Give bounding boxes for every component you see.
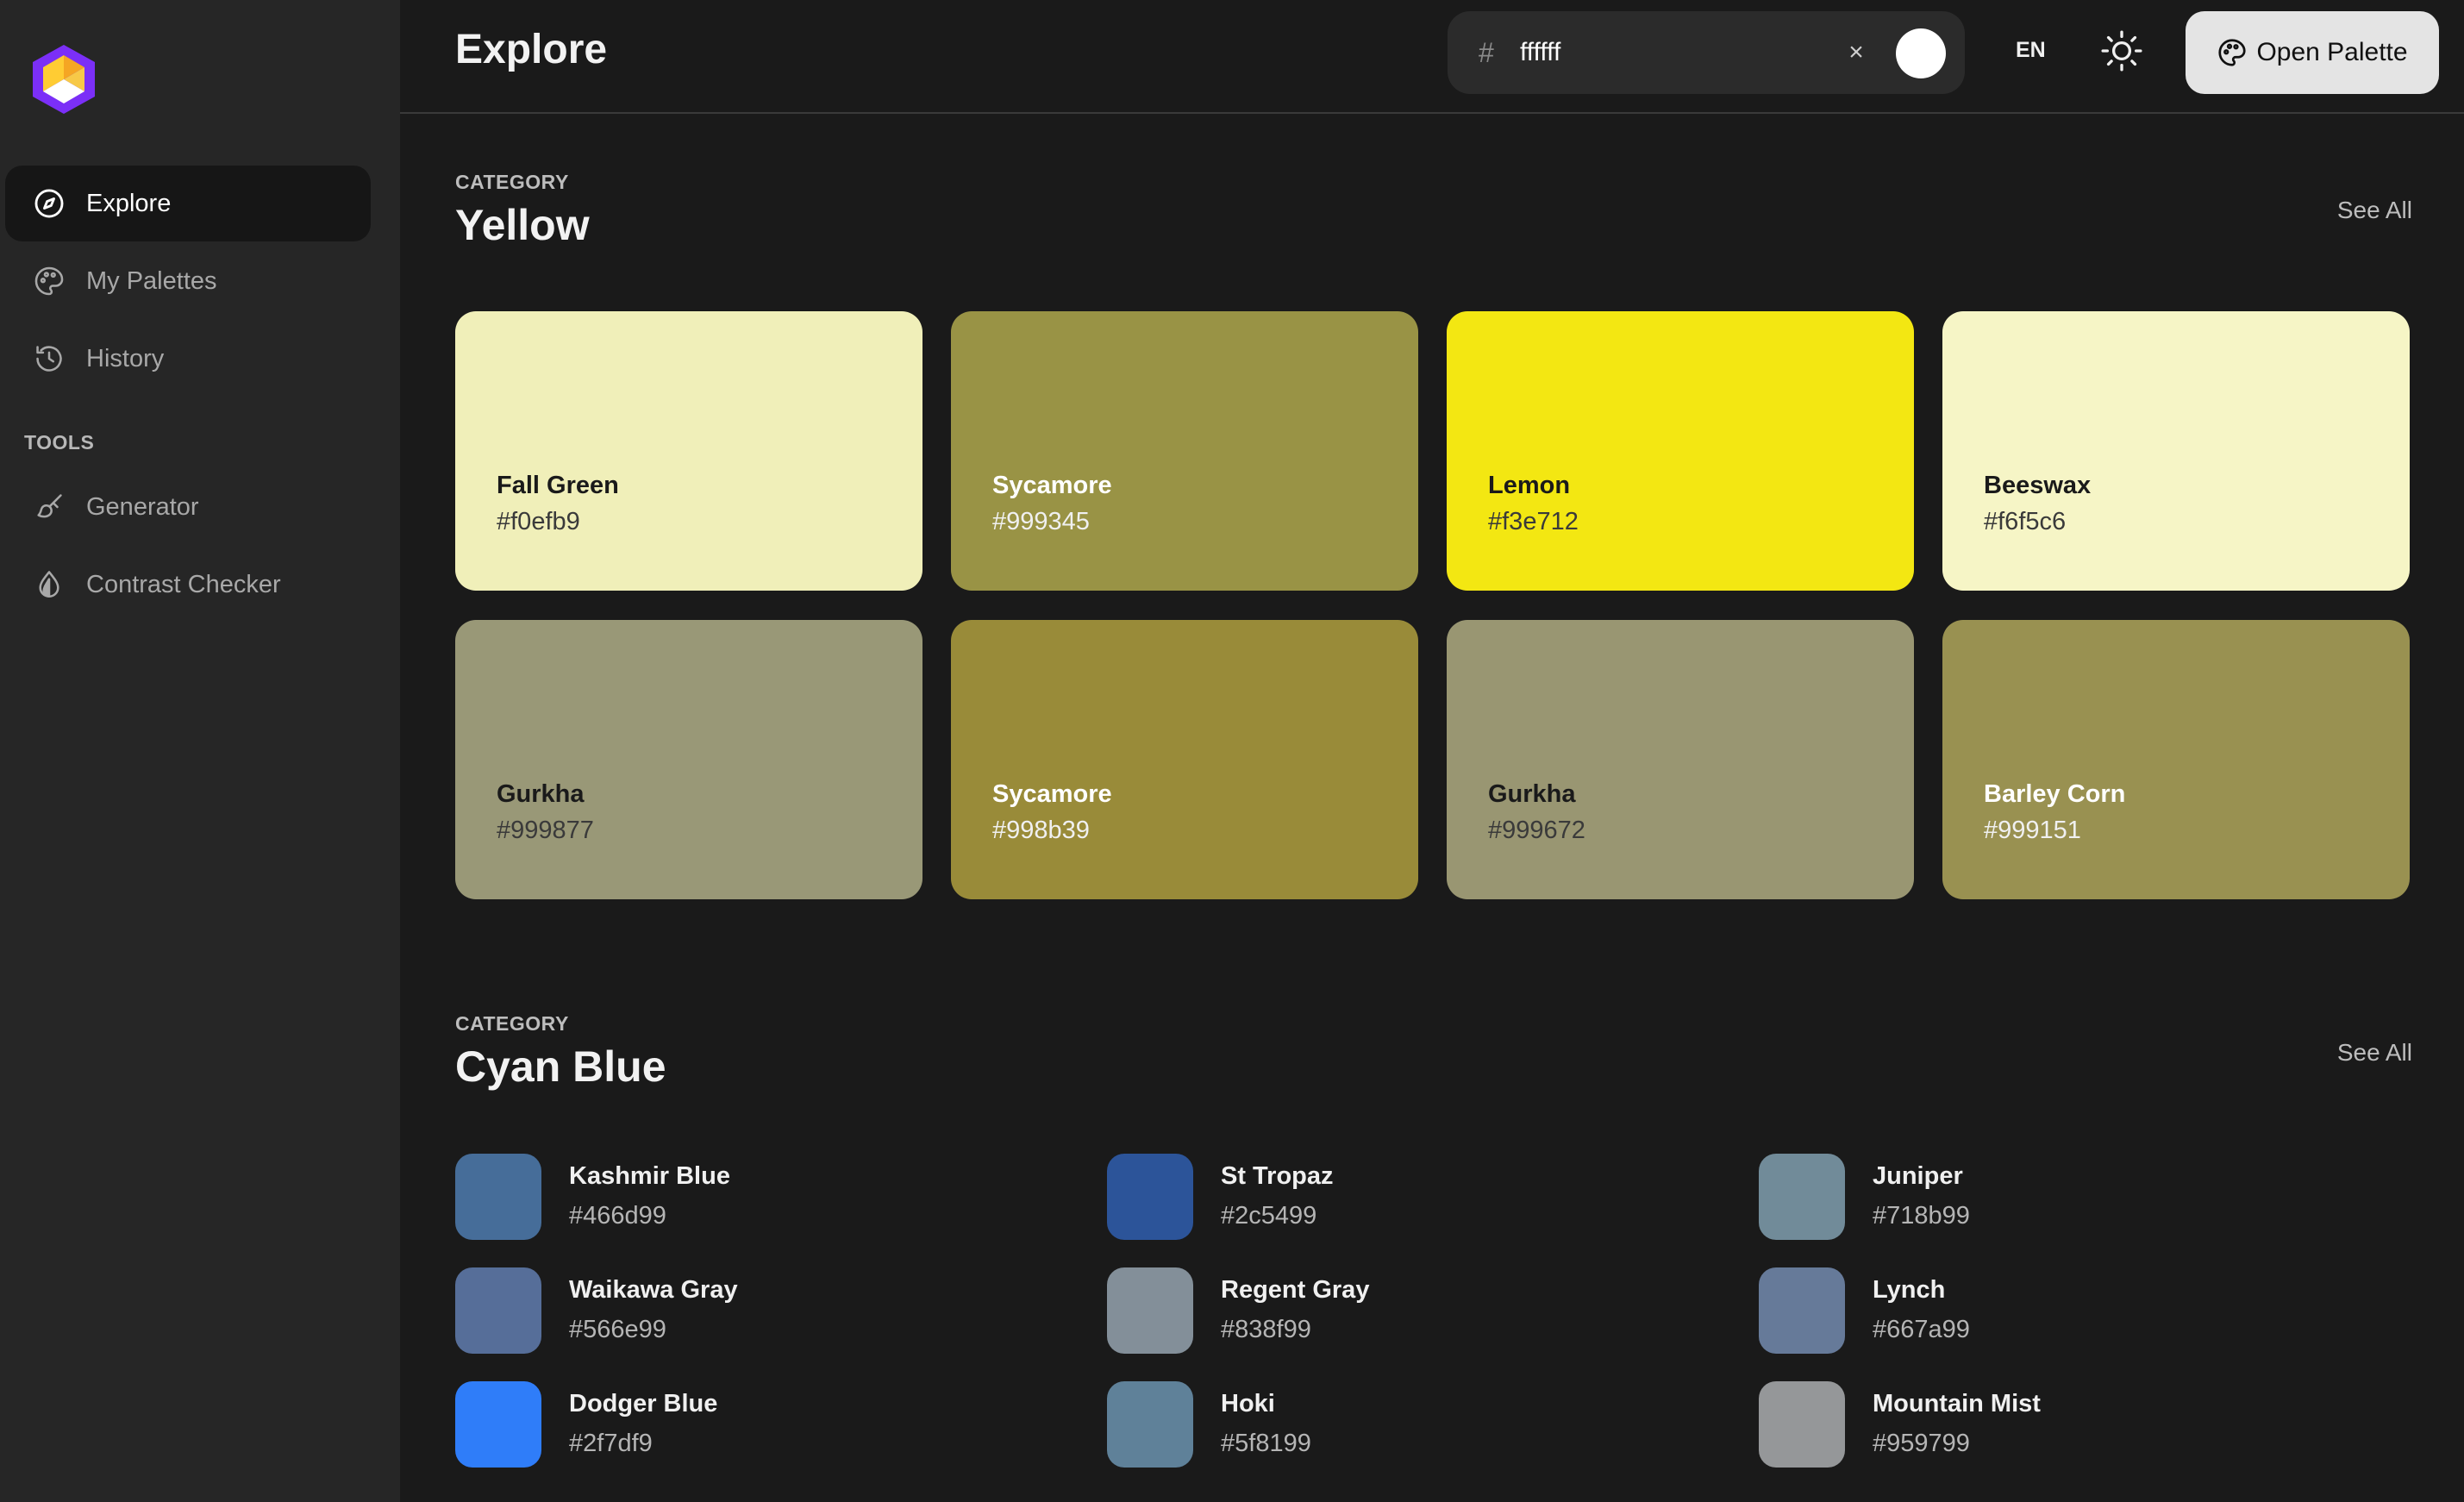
palette-icon: [33, 265, 66, 297]
hash-prefix: #: [1479, 36, 1494, 68]
color-swatch: [1107, 1267, 1193, 1354]
list-item[interactable]: Juniper #718b99: [1759, 1154, 2362, 1240]
color-hex: #667a99: [1873, 1316, 1970, 1343]
list-item[interactable]: St Tropaz #2c5499: [1107, 1154, 1710, 1240]
list-item[interactable]: Lynch #667a99: [1759, 1267, 2362, 1354]
color-name: Juniper: [1873, 1162, 1963, 1190]
color-card[interactable]: Gurkha #999672: [1447, 620, 1914, 899]
list-item[interactable]: Regent Gray #838f99: [1107, 1267, 1710, 1354]
color-card[interactable]: Fall Green #f0efb9: [455, 311, 922, 591]
sidebar-item-label: My Palettes: [86, 266, 217, 295]
color-swatch: [455, 1381, 541, 1468]
color-hex: #959799: [1873, 1430, 1970, 1457]
sidebar-item-my-palettes[interactable]: My Palettes: [5, 243, 371, 319]
color-hex: #5f8199: [1221, 1430, 1311, 1457]
color-card[interactable]: Gurkha #999877: [455, 620, 922, 899]
sidebar-item-label: History: [86, 344, 165, 372]
color-hex: #999151: [1984, 817, 2081, 844]
clear-icon[interactable]: ×: [1841, 37, 1872, 68]
compass-icon: [33, 187, 66, 220]
color-hex: #f3e712: [1488, 508, 1579, 535]
color-hex: #466d99: [569, 1202, 666, 1230]
see-all-link[interactable]: See All: [2337, 1039, 2412, 1067]
color-name: Lemon: [1488, 472, 1571, 499]
color-hex: #566e99: [569, 1316, 666, 1343]
sun-icon[interactable]: [2100, 29, 2143, 72]
color-hex: #838f99: [1221, 1316, 1311, 1343]
color-card[interactable]: Beeswax #f6f5c6: [1942, 311, 2410, 591]
language-toggle[interactable]: EN: [2016, 38, 2046, 63]
app-logo[interactable]: [29, 43, 98, 116]
history-icon: [33, 342, 66, 375]
sidebar-item-generator[interactable]: Generator: [5, 469, 371, 545]
color-swatch: [1759, 1154, 1845, 1240]
color-card[interactable]: Barley Corn #999151: [1942, 620, 2410, 899]
top-bar: Explore # × EN: [400, 0, 2464, 114]
color-name: St Tropaz: [1221, 1162, 1334, 1190]
color-swatch: [455, 1154, 541, 1240]
color-name: Fall Green: [497, 472, 619, 499]
app-window: Explore My Palettes History TOOLS Genera…: [0, 0, 2464, 1502]
color-swatch: [1107, 1381, 1193, 1468]
color-card[interactable]: Sycamore #998b39: [951, 620, 1418, 899]
category-title: Cyan Blue: [455, 1042, 666, 1091]
list-item[interactable]: Mountain Mist #959799: [1759, 1381, 2362, 1468]
color-hex: #718b99: [1873, 1202, 1970, 1230]
color-card[interactable]: Lemon #f3e712: [1447, 311, 1914, 591]
color-name: Sycamore: [992, 780, 1112, 808]
list-item[interactable]: Dodger Blue #2f7df9: [455, 1381, 1059, 1468]
color-hex: #998b39: [992, 817, 1090, 844]
color-name: Mountain Mist: [1873, 1390, 2041, 1418]
sidebar-item-explore[interactable]: Explore: [5, 166, 371, 241]
sidebar-item-label: Generator: [86, 492, 199, 521]
open-palette-label: Open Palette: [2256, 38, 2408, 66]
color-hex: #999672: [1488, 817, 1585, 844]
color-name: Gurkha: [1488, 780, 1576, 808]
page-title: Explore: [455, 27, 608, 72]
drop-icon: [33, 568, 66, 601]
color-swatch: [455, 1267, 541, 1354]
color-name: Kashmir Blue: [569, 1162, 730, 1190]
category-title: Yellow: [455, 201, 590, 249]
sidebar-item-history[interactable]: History: [5, 321, 371, 397]
brush-icon: [33, 491, 66, 523]
color-swatch: [1107, 1154, 1193, 1240]
category-label: CATEGORY: [455, 1012, 569, 1035]
color-name: Barley Corn: [1984, 780, 2126, 808]
color-preview-swatch[interactable]: [1896, 28, 1946, 78]
tools-section-label: TOOLS: [24, 431, 95, 454]
sidebar-item-label: Contrast Checker: [86, 570, 281, 598]
color-name: Waikawa Gray: [569, 1276, 738, 1304]
category-label: CATEGORY: [455, 171, 569, 193]
color-name: Regent Gray: [1221, 1276, 1370, 1304]
list-item[interactable]: Waikawa Gray #566e99: [455, 1267, 1059, 1354]
palette-icon: [2218, 39, 2247, 66]
color-swatch: [1759, 1381, 1845, 1468]
color-hex: #2c5499: [1221, 1202, 1317, 1230]
color-search-box: # ×: [1448, 11, 1965, 94]
color-swatch: [1759, 1267, 1845, 1354]
main-content: Explore # × EN: [400, 0, 2464, 1502]
color-name: Gurkha: [497, 780, 585, 808]
color-hex: #999345: [992, 508, 1090, 535]
color-hex: #999877: [497, 817, 594, 844]
color-name: Sycamore: [992, 472, 1112, 499]
color-hex: #2f7df9: [569, 1430, 653, 1457]
open-palette-button[interactable]: Open Palette: [2186, 11, 2439, 94]
hex-input[interactable]: [1520, 32, 1830, 73]
color-name: Dodger Blue: [569, 1390, 718, 1418]
sidebar-item-label: Explore: [86, 189, 172, 217]
color-hex: #f0efb9: [497, 508, 580, 535]
list-item[interactable]: Kashmir Blue #466d99: [455, 1154, 1059, 1240]
color-name: Beeswax: [1984, 472, 2092, 499]
list-item[interactable]: Hoki #5f8199: [1107, 1381, 1710, 1468]
color-name: Hoki: [1221, 1390, 1275, 1418]
color-card[interactable]: Sycamore #999345: [951, 311, 1418, 591]
see-all-link[interactable]: See All: [2337, 197, 2412, 224]
sidebar: Explore My Palettes History TOOLS Genera…: [0, 0, 400, 1502]
color-name: Lynch: [1873, 1276, 1946, 1304]
sidebar-item-contrast-checker[interactable]: Contrast Checker: [5, 547, 371, 623]
color-hex: #f6f5c6: [1984, 508, 2067, 535]
